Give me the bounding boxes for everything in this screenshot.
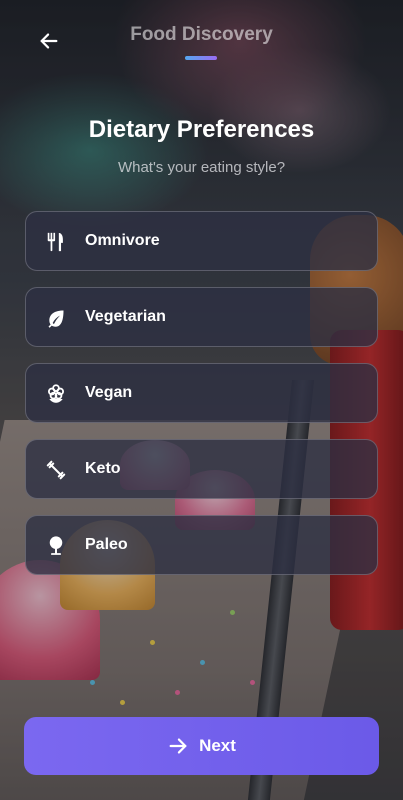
next-button[interactable]: Next bbox=[24, 717, 379, 775]
arrow-right-icon bbox=[167, 735, 189, 757]
leaf-icon bbox=[45, 307, 67, 329]
page-title: Dietary Preferences bbox=[88, 116, 315, 143]
option-label: Vegetarian bbox=[85, 308, 166, 325]
option-vegan[interactable]: Vegan bbox=[25, 363, 378, 423]
option-omnivore[interactable]: Omnivore bbox=[25, 211, 378, 271]
tree-icon bbox=[45, 535, 67, 557]
option-label: Keto bbox=[85, 460, 121, 477]
next-button-label: Next bbox=[199, 736, 236, 755]
progress-indicator bbox=[185, 56, 217, 60]
option-label: Vegan bbox=[85, 384, 133, 401]
option-vegetarian[interactable]: Vegetarian bbox=[25, 287, 378, 347]
fork-knife-icon bbox=[45, 231, 67, 253]
option-label: Omnivore bbox=[85, 232, 160, 249]
page-subtitle: What's your eating style? bbox=[117, 159, 286, 176]
diet-options-list: Omnivore Vegetarian Vegan Keto Paleo bbox=[25, 211, 378, 591]
top-bar: Food Discovery bbox=[0, 0, 403, 80]
flower-icon bbox=[45, 383, 67, 405]
option-paleo[interactable]: Paleo bbox=[25, 515, 378, 575]
option-keto[interactable]: Keto bbox=[25, 439, 378, 499]
app-title: Food Discovery bbox=[130, 24, 273, 45]
dumbbell-icon bbox=[45, 459, 67, 481]
option-label: Paleo bbox=[85, 536, 128, 553]
